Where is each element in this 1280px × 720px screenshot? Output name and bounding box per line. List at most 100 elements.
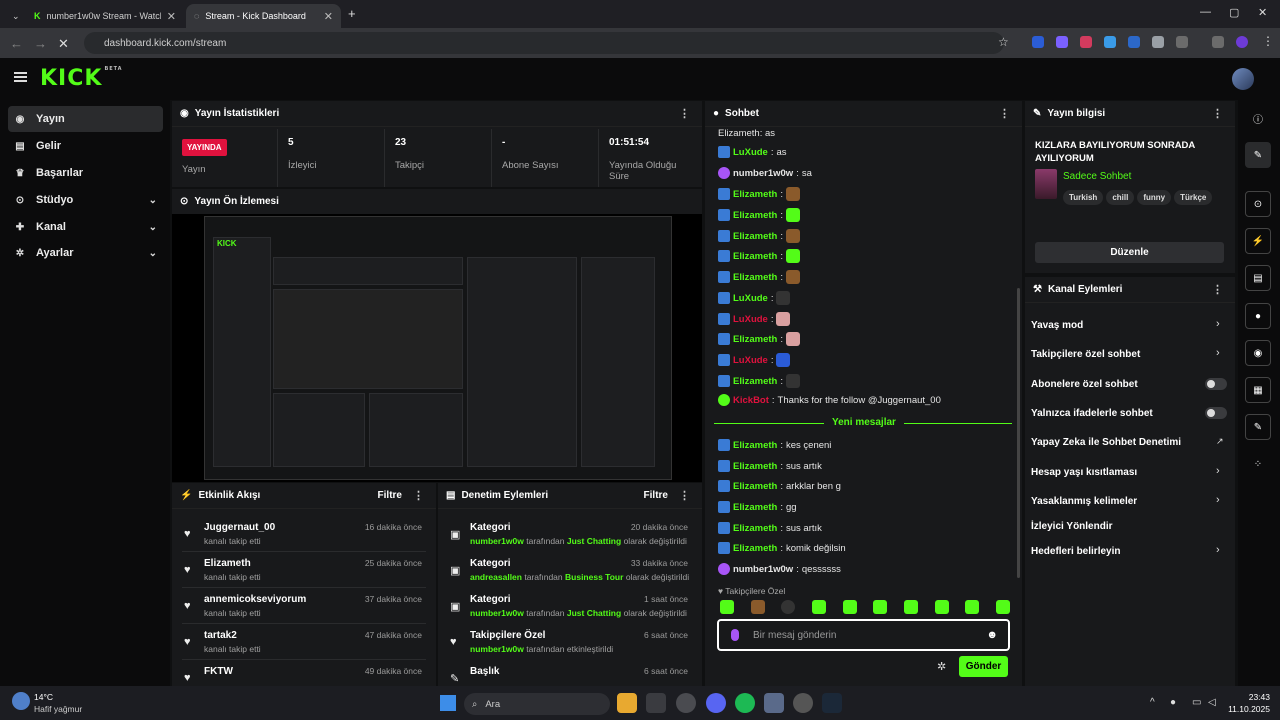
extension-icon[interactable]	[1128, 36, 1140, 48]
url-bar[interactable]: dashboard.kick.com/stream	[84, 32, 1004, 54]
action-goals[interactable]: Hedefleri belirleyin	[1031, 546, 1120, 557]
extension-icon[interactable]	[1080, 36, 1092, 48]
emote-icon[interactable]	[750, 600, 765, 614]
chat-username[interactable]: Elizameth	[733, 210, 777, 221]
sidebar-item-gelir[interactable]: ▤ Gelir	[8, 133, 163, 159]
send-button[interactable]: Gönder	[959, 656, 1008, 677]
emote-icon[interactable]	[811, 600, 826, 614]
chat-username[interactable]: Elizameth	[733, 251, 777, 262]
chat-input[interactable]: Bir mesaj gönderin ☻	[717, 619, 1010, 651]
chevron-right-icon[interactable]: ›	[1216, 318, 1220, 330]
close-icon[interactable]: ✕	[324, 10, 333, 23]
tag[interactable]: funny	[1137, 190, 1172, 205]
more-vert-icon[interactable]: ⋮	[679, 489, 690, 502]
chevron-right-icon[interactable]: ›	[1216, 494, 1220, 506]
chat-username[interactable]: Elizameth	[733, 272, 777, 283]
chat-username[interactable]: KickBot	[733, 395, 769, 406]
forward-icon[interactable]: →	[34, 36, 47, 51]
document-icon[interactable]: ▤	[1245, 265, 1271, 291]
chevron-right-icon[interactable]: ›	[1216, 544, 1220, 556]
back-icon[interactable]: ←	[10, 36, 23, 51]
extension-icon[interactable]	[1032, 36, 1044, 48]
tab-dashboard[interactable]: ◌ Stream - Kick Dashboard ✕	[186, 4, 341, 28]
action-banned-words[interactable]: Yasaklanmış kelimeler	[1031, 496, 1137, 507]
sidebar-item-yayin[interactable]: ◉ Yayın	[8, 106, 163, 132]
extension-icon[interactable]	[1056, 36, 1068, 48]
action-slow-mode[interactable]: Yavaş mod	[1031, 320, 1083, 331]
extension-icon[interactable]	[1104, 36, 1116, 48]
weather-icon[interactable]	[12, 692, 30, 710]
info-icon[interactable]: ⓘ	[1245, 105, 1271, 131]
emote-icon[interactable]	[965, 600, 980, 614]
apps-icon[interactable]: ⁘	[1245, 451, 1271, 477]
taskbar-search[interactable]: ⌕ Ara	[464, 693, 610, 715]
minimize-button[interactable]: —	[1200, 6, 1211, 18]
chevron-right-icon[interactable]: ›	[1216, 465, 1220, 477]
volume-icon[interactable]: ◁	[1208, 697, 1216, 708]
chevron-up-icon[interactable]: ^	[1150, 697, 1155, 708]
weather-temp[interactable]: 14°C	[34, 692, 53, 702]
camera-icon[interactable]: ⊙	[1245, 191, 1271, 217]
chat-scrollbar[interactable]	[1017, 288, 1020, 578]
tab-list-button[interactable]: ⌄	[4, 4, 20, 28]
tag[interactable]: Turkish	[1063, 190, 1104, 205]
chat-username[interactable]: Elizameth	[733, 189, 777, 200]
stop-icon[interactable]: ✕	[58, 36, 69, 52]
emote-icon[interactable]	[781, 600, 796, 614]
sidebar-item-ayarlar[interactable]: ✲ Ayarlar ⌄	[8, 240, 163, 266]
chat-username[interactable]: Elizameth	[733, 523, 777, 534]
gear-icon[interactable]: ✲	[937, 660, 946, 673]
tab-watch[interactable]: K number1w0w Stream - Watch Li ✕	[26, 4, 184, 28]
kick-logo[interactable]: KICK BETA	[40, 66, 123, 91]
tag[interactable]: Türkçe	[1174, 190, 1213, 205]
display-icon[interactable]: ▭	[1192, 697, 1201, 708]
bookmark-star-icon[interactable]: ☆	[998, 35, 1009, 49]
menu-icon[interactable]	[14, 72, 27, 82]
chat-username[interactable]: LuXude	[733, 355, 768, 366]
new-tab-button[interactable]: +	[348, 6, 356, 21]
more-vert-icon[interactable]: ⋮	[999, 107, 1010, 120]
steam-icon[interactable]	[822, 693, 842, 713]
file-explorer-icon[interactable]	[617, 693, 637, 713]
chat-username[interactable]: Elizameth	[733, 231, 777, 242]
chat-username[interactable]: Elizameth	[733, 334, 777, 345]
spotify-icon[interactable]	[735, 693, 755, 713]
profile-icon[interactable]	[1236, 36, 1248, 48]
media-icon[interactable]	[1212, 36, 1224, 48]
chat-username[interactable]: LuXude	[733, 293, 768, 304]
tag[interactable]: chill	[1106, 190, 1135, 205]
close-window-button[interactable]: ✕	[1258, 6, 1267, 19]
more-vert-icon[interactable]: ⋮	[1212, 107, 1223, 120]
chat-username[interactable]: Elizameth	[733, 481, 777, 492]
app-icon[interactable]	[764, 693, 784, 713]
emoji-icon[interactable]: ☻	[986, 629, 998, 641]
chat-username[interactable]: number1w0w	[733, 564, 793, 575]
edit-button[interactable]: Düzenle	[1035, 242, 1224, 263]
avatar[interactable]	[1232, 68, 1254, 90]
clock-date[interactable]: 11.10.2025	[1216, 704, 1270, 714]
chat-username[interactable]: Elizameth	[733, 461, 777, 472]
pencil-icon[interactable]: ✎	[1245, 142, 1271, 168]
extension-icon[interactable]	[1152, 36, 1164, 48]
app-icon[interactable]	[793, 693, 813, 713]
emote-icon[interactable]	[903, 600, 918, 614]
stream-category[interactable]: Sadece Sohbet	[1063, 171, 1131, 182]
action-account-age[interactable]: Hesap yaşı kısıtlaması	[1031, 467, 1137, 478]
chat-bubble-icon[interactable]: ●	[1245, 303, 1271, 329]
action-raid[interactable]: İzleyici Yönlendir	[1031, 521, 1113, 532]
bolt-icon[interactable]: ⚡	[1245, 228, 1271, 254]
emote-icon[interactable]	[934, 600, 949, 614]
sidebar-item-basarilar[interactable]: ♛ Başarılar	[8, 160, 163, 186]
filter-button[interactable]: Filtre	[644, 490, 668, 501]
more-vert-icon[interactable]: ⋮	[1212, 283, 1223, 296]
store-icon[interactable]	[646, 693, 666, 713]
layout-icon[interactable]: ▦	[1245, 377, 1271, 403]
wrench-icon[interactable]: ✎	[1245, 414, 1271, 440]
start-icon[interactable]	[440, 695, 456, 711]
more-vert-icon[interactable]: ⋮	[679, 107, 690, 120]
clock-time[interactable]: 23:43	[1226, 692, 1270, 702]
chat-username[interactable]: Elizameth	[733, 502, 777, 513]
subscriber-chat-toggle[interactable]	[1205, 378, 1227, 390]
discord-icon[interactable]	[706, 693, 726, 713]
sidebar-item-studyo[interactable]: ⊙ Stüdyo ⌄	[8, 187, 163, 213]
